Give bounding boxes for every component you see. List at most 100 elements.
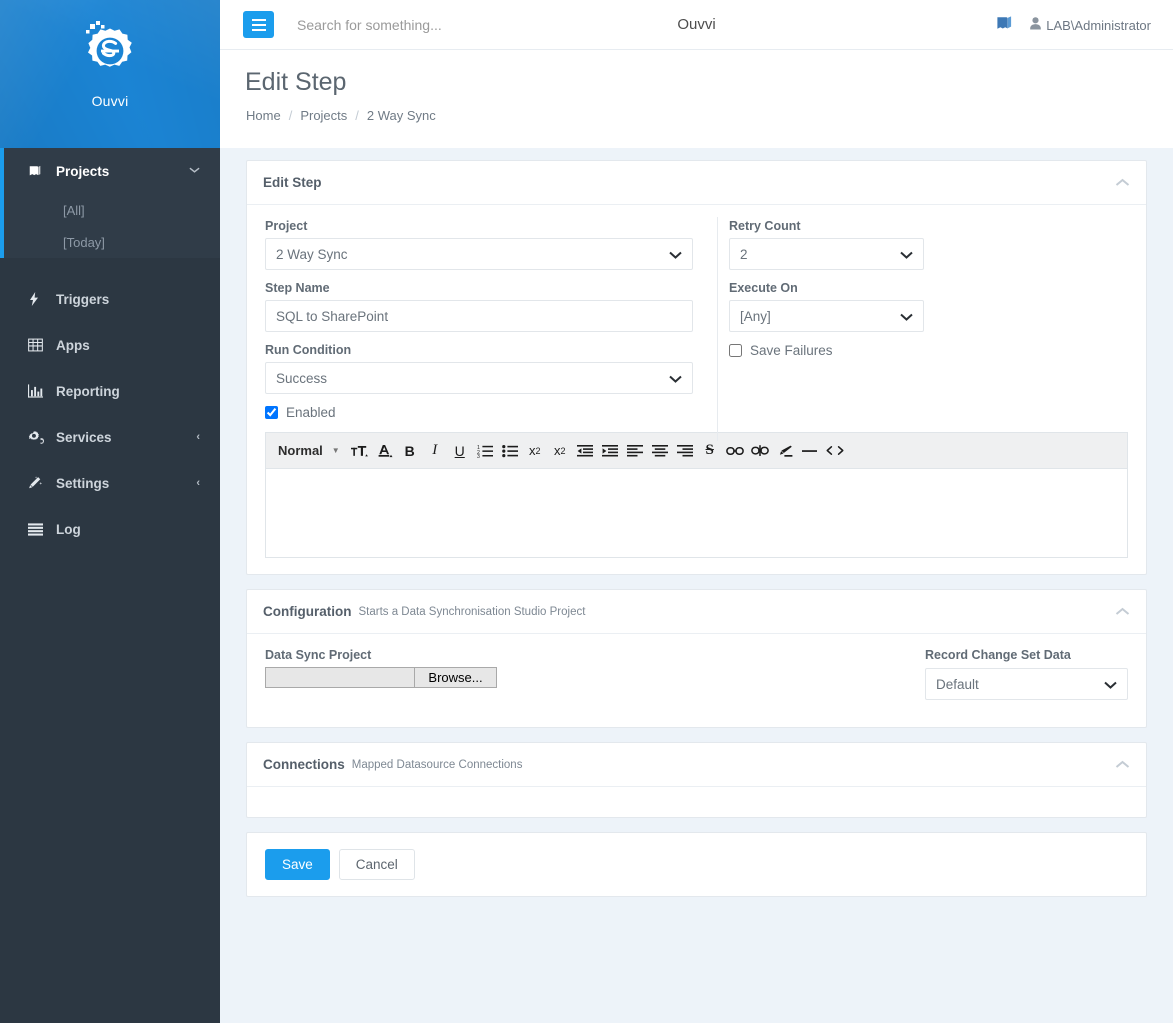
manual-book-icon[interactable] <box>996 15 1013 35</box>
collapse-chevron-up-icon[interactable] <box>1115 175 1130 189</box>
ordered-list-icon[interactable]: 1 2 3 <box>474 438 496 464</box>
step-name-input[interactable] <box>265 300 693 332</box>
hamburger-bar <box>251 28 266 31</box>
column-divider <box>717 217 718 441</box>
font-color-icon[interactable] <box>374 438 396 464</box>
save-failures-checkbox-row[interactable]: Save Failures <box>729 343 1128 358</box>
bold-icon[interactable]: B <box>399 438 421 464</box>
align-center-icon[interactable] <box>649 438 671 464</box>
project-label: Project <box>265 219 308 233</box>
breadcrumb: Home / Projects / 2 Way Sync <box>246 108 436 123</box>
card-title: Configuration <box>263 604 352 619</box>
user-icon <box>1030 17 1042 33</box>
strikethrough-icon[interactable]: S <box>699 438 721 464</box>
italic-icon[interactable]: I <box>424 438 446 464</box>
brand-name: Ouvvi <box>91 93 129 109</box>
sidebar-item-label: Projects <box>56 163 110 179</box>
sidebar-item-label: Triggers <box>56 291 110 307</box>
data-sync-project-label: Data Sync Project <box>265 648 372 662</box>
configuration-card-body: Data Sync Project Browse... Record Chang… <box>247 634 1146 727</box>
sidebar-item-services[interactable]: Services ‹ <box>0 414 220 460</box>
breadcrumb-current[interactable]: 2 Way Sync <box>367 108 436 123</box>
cancel-button[interactable]: Cancel <box>338 849 415 880</box>
enabled-checkbox[interactable] <box>265 406 278 419</box>
paragraph-style-value: Normal <box>278 443 323 458</box>
run-condition-select[interactable] <box>265 362 693 394</box>
project-select-wrap <box>265 238 693 270</box>
indent-icon[interactable] <box>599 438 621 464</box>
breadcrumb-home[interactable]: Home <box>246 108 281 123</box>
topbar-actions: LAB\Administrator <box>996 0 1151 50</box>
enabled-label: Enabled <box>286 405 336 420</box>
paragraph-style-dropdown[interactable]: Normal ▼ <box>272 443 346 458</box>
menu-toggle-button[interactable] <box>243 11 274 38</box>
user-menu[interactable]: LAB\Administrator <box>1030 17 1151 33</box>
run-condition-label: Run Condition <box>265 343 352 357</box>
form-column-left: Project Step Name Run Condition <box>265 219 715 420</box>
sidebar-item-triggers[interactable]: Triggers <box>0 276 220 322</box>
execute-on-select[interactable] <box>729 300 924 332</box>
sidebar-item-settings[interactable]: Settings ‹ <box>0 460 220 506</box>
sidebar-item-label: Apps <box>56 337 90 353</box>
align-right-icon[interactable] <box>674 438 696 464</box>
sidebar-item-log[interactable]: Log <box>0 506 220 552</box>
font-size-icon[interactable] <box>349 438 371 464</box>
sidebar-group-projects: Projects [All] [Today] <box>0 148 220 258</box>
chevron-down-icon <box>189 165 200 177</box>
editor-content[interactable] <box>266 469 1127 557</box>
project-select[interactable] <box>265 238 693 270</box>
search-input[interactable] <box>295 12 655 38</box>
main-content: Edit Step Project Step Name <box>220 148 1173 1023</box>
book-icon <box>28 164 50 178</box>
browse-button[interactable]: Browse... <box>414 667 497 688</box>
edit-step-card-header: Edit Step <box>247 161 1146 205</box>
link-icon[interactable] <box>724 438 746 464</box>
edit-step-form: Project Step Name Run Condition <box>265 217 1128 441</box>
sidebar-subitem-today[interactable]: [Today] <box>4 226 220 258</box>
page-title: Edit Step <box>245 68 347 96</box>
connections-card-header: Connections Mapped Datasource Connection… <box>247 743 1146 787</box>
brand-header: Ouvvi <box>0 0 220 148</box>
breadcrumb-separator: / <box>355 108 359 123</box>
description-editor: Normal ▼ B I U 1 2 3 x 2 x 2 S <box>265 432 1128 558</box>
breadcrumb-projects[interactable]: Projects <box>300 108 347 123</box>
horizontal-rule-icon[interactable] <box>799 438 821 464</box>
superscript-icon[interactable]: x2 <box>549 438 571 464</box>
save-failures-checkbox[interactable] <box>729 344 742 357</box>
file-picker[interactable]: Browse... <box>265 667 497 688</box>
record-change-set-label: Record Change Set Data <box>925 648 1071 662</box>
retry-count-select[interactable] <box>729 238 924 270</box>
outdent-icon[interactable] <box>574 438 596 464</box>
record-change-set-select[interactable] <box>925 668 1128 700</box>
user-name: LAB\Administrator <box>1046 17 1151 33</box>
configuration-card-header: Configuration Starts a Data Synchronisat… <box>247 590 1146 634</box>
sidebar-item-projects[interactable]: Projects <box>4 148 220 194</box>
sidebar-item-apps[interactable]: Apps <box>0 322 220 368</box>
connections-card: Connections Mapped Datasource Connection… <box>246 742 1147 818</box>
record-change-set-field: Record Change Set Data <box>925 648 1128 711</box>
enabled-checkbox-row[interactable]: Enabled <box>265 405 693 420</box>
clear-format-eraser-icon[interactable] <box>774 438 796 464</box>
svg-text:3: 3 <box>477 454 480 458</box>
align-left-icon[interactable] <box>624 438 646 464</box>
execute-on-label: Execute On <box>729 281 798 295</box>
form-actions: Save Cancel <box>247 833 1146 896</box>
editor-toolbar: Normal ▼ B I U 1 2 3 x 2 x 2 S <box>266 433 1127 469</box>
sidebar-subitem-all[interactable]: [All] <box>4 194 220 226</box>
subscript-icon[interactable]: x2 <box>524 438 546 464</box>
save-button[interactable]: Save <box>265 849 330 880</box>
sidebar-item-reporting[interactable]: Reporting <box>0 368 220 414</box>
run-condition-select-wrap <box>265 362 693 394</box>
code-icon[interactable] <box>824 438 846 464</box>
unlink-icon[interactable] <box>749 438 771 464</box>
collapse-chevron-up-icon[interactable] <box>1115 604 1130 618</box>
configuration-card: Configuration Starts a Data Synchronisat… <box>246 589 1147 728</box>
underline-icon[interactable]: U <box>449 438 471 464</box>
sidebar-item-label: Settings <box>56 475 110 491</box>
collapse-chevron-up-icon[interactable] <box>1115 757 1130 771</box>
retry-count-label: Retry Count <box>729 219 801 233</box>
sidebar-item-label: Log <box>56 521 81 537</box>
connections-card-body <box>247 787 1146 817</box>
form-column-right: Retry Count Execute On <box>715 219 1128 420</box>
bullet-list-icon[interactable] <box>499 438 521 464</box>
